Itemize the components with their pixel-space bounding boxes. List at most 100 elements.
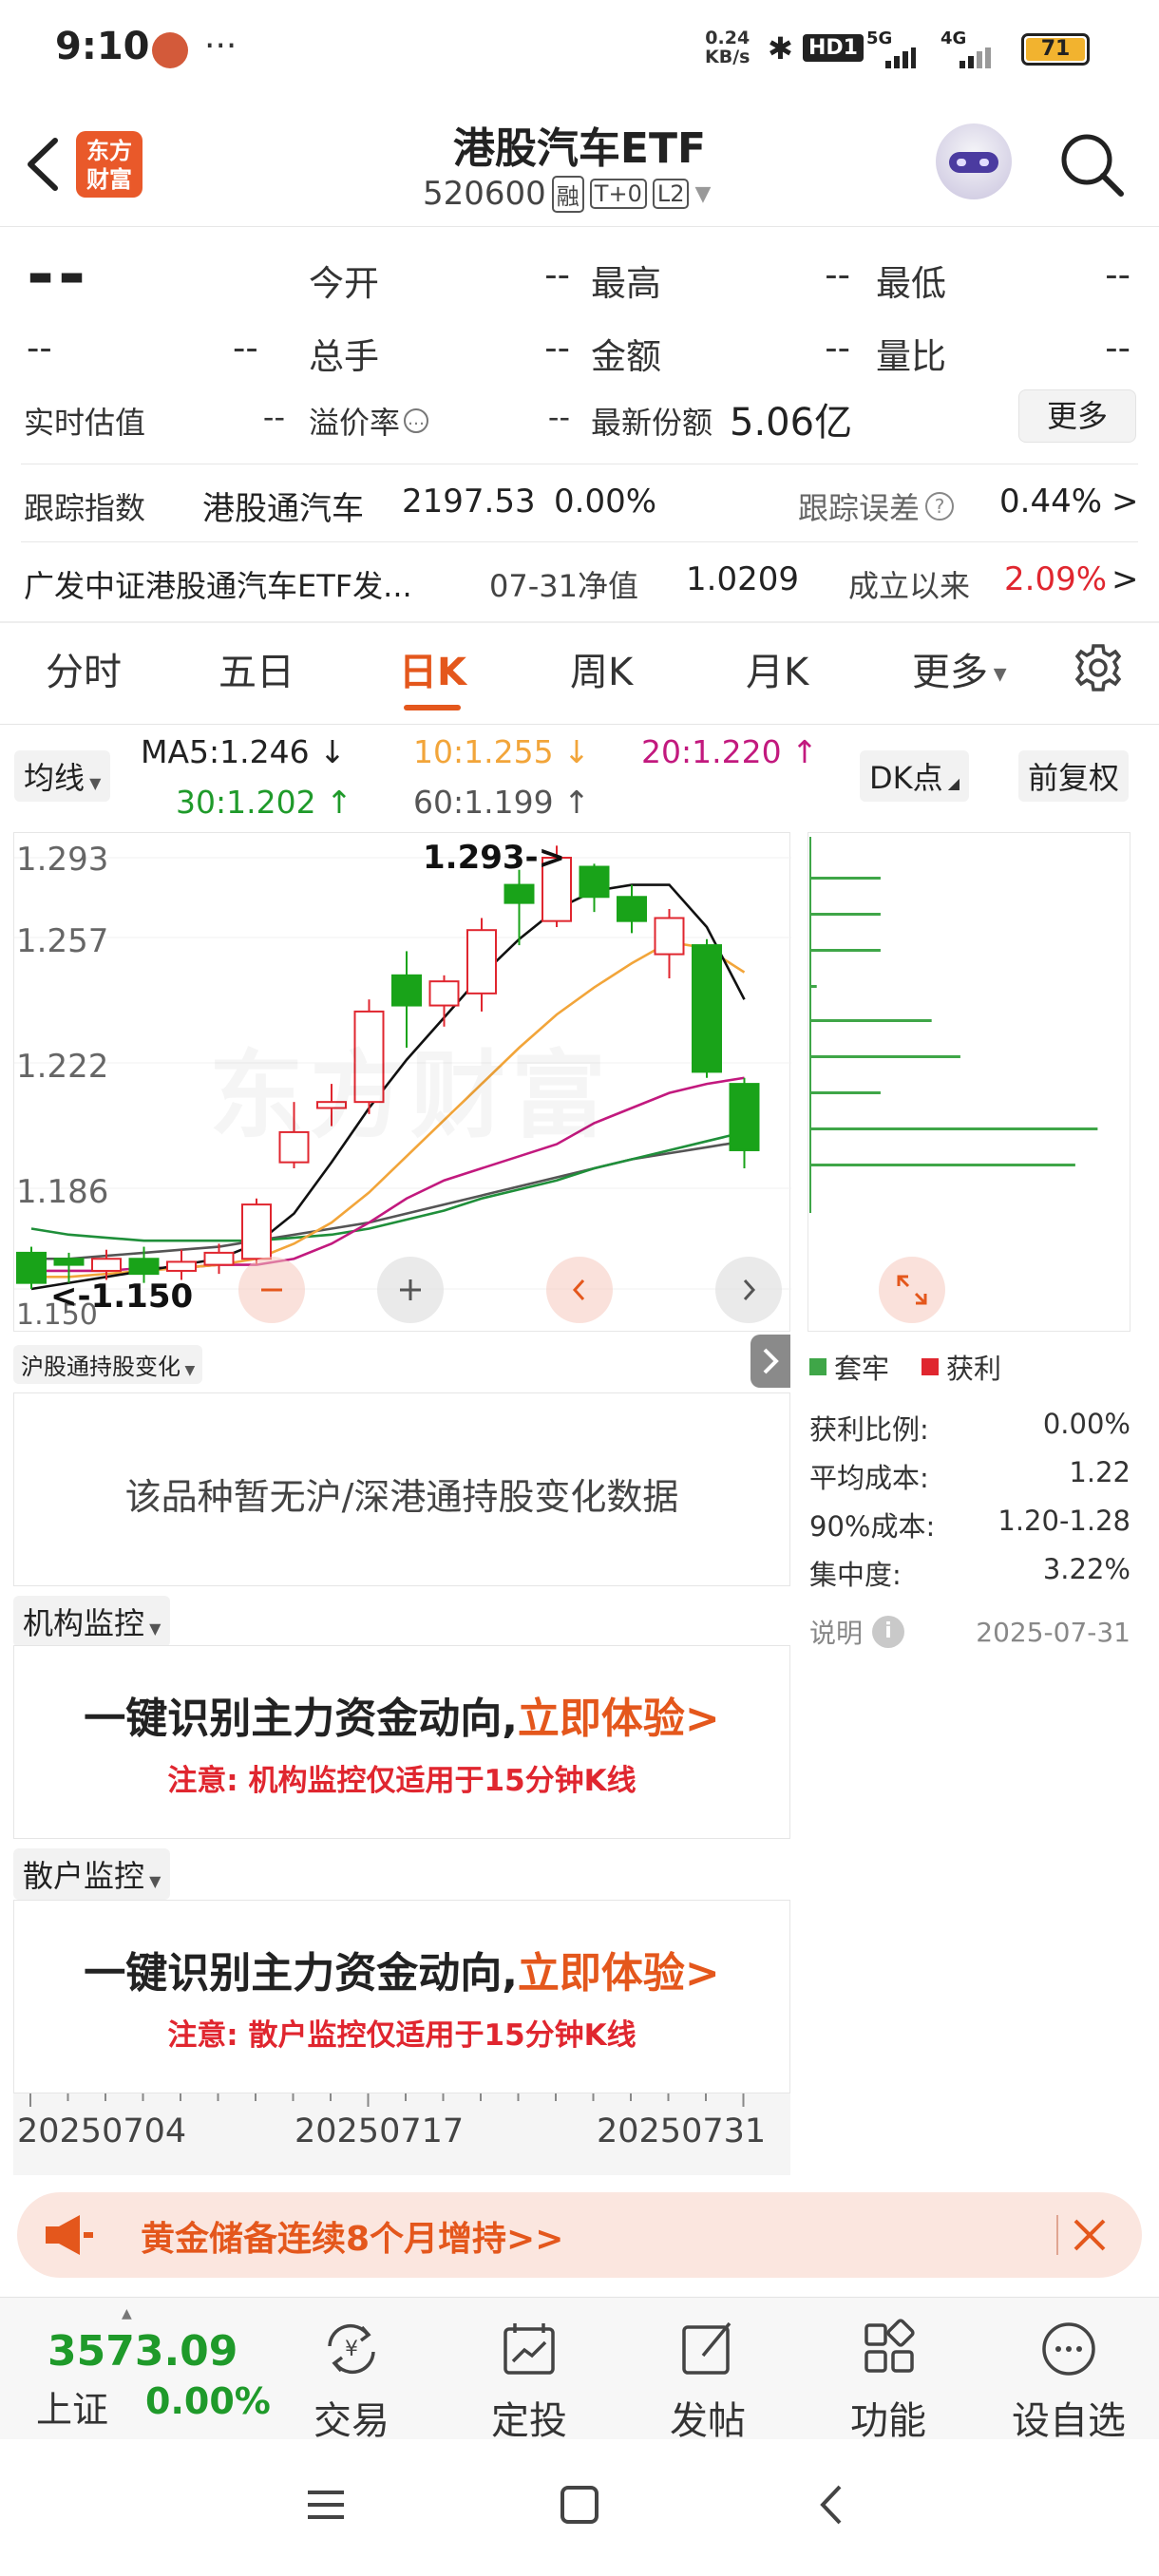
price-adjust-dropdown[interactable]: 前复权 (1018, 750, 1130, 802)
cost90-label: 90%成本: (809, 1510, 936, 1543)
retail-cta-link[interactable]: 立即体验> (518, 1949, 720, 1998)
nav-trade[interactable]: ¥ 交易 (290, 2318, 413, 2445)
kline-chart[interactable]: 东方财富 1.293 1.257 1.222 1.186 1.150 1.293… (13, 832, 791, 1332)
hd-badge: HD1 (803, 34, 864, 62)
more-button[interactable]: 更多 (1018, 389, 1136, 443)
tab-five-day[interactable]: 五日 (218, 641, 294, 696)
caret-down-icon: ▼ (85, 774, 102, 792)
caret-up-icon: ▲ (122, 2306, 132, 2321)
tracking-index-name: 港股通汽车 (202, 490, 364, 528)
security-code-row[interactable]: 520600 融 T+0 L2 ▼ (423, 173, 711, 215)
price-change-pct: -- (233, 328, 258, 369)
tab-more-label: 更多 (912, 651, 988, 694)
tracking-error-value: 0.44% (999, 483, 1103, 521)
ma30-arrow: ↑ (326, 784, 352, 821)
ma5-legend: MA5:1.246 ↓ (141, 733, 346, 770)
promo-banner[interactable]: 黄金储备连续8个月增持>> (17, 2192, 1142, 2278)
current-price: -- (27, 236, 90, 313)
institution-cta-link[interactable]: 立即体验> (518, 1695, 720, 1743)
status-time: 9:10 (55, 25, 150, 68)
dk-point-dropdown[interactable]: DK点 ◢ (860, 750, 970, 802)
retail-monitor-panel[interactable]: 一键识别主力资金动向,立即体验> 注意: 散户监控仅适用于15分钟K线 (13, 1900, 790, 2093)
retail-headline: 一键识别主力资金动向, (84, 1949, 518, 1998)
index-ticker[interactable]: ▲ 3573.09 上证 0.00% (27, 2306, 274, 2431)
margin-badge: 融 (551, 175, 584, 213)
tab-weekly-k[interactable]: 周K (570, 641, 633, 696)
chip-expand-tab[interactable] (750, 1335, 790, 1388)
x-tick-end: 20250731 (597, 2112, 767, 2150)
robot-avatar[interactable] (936, 123, 1012, 199)
close-icon[interactable] (1068, 2213, 1112, 2257)
net-speed: 0.24 KB/s (705, 28, 750, 66)
logo-text-2: 财富 (86, 166, 132, 193)
candle-down (128, 1258, 160, 1276)
post-edit-icon (682, 2321, 732, 2375)
ma10-value: 10:1.255 (413, 733, 554, 770)
ma20-legend: 20:1.220 ↑ (641, 733, 818, 770)
iopv-value: -- (262, 399, 285, 435)
ma10-legend: 10:1.255 ↓ (413, 733, 590, 770)
chip-note[interactable]: 说明 i (809, 1613, 905, 1651)
profit-label: 获利 (946, 1353, 1002, 1385)
nav-invest[interactable]: 定投 (467, 2318, 591, 2445)
chevron-right-icon (763, 1348, 779, 1374)
tracking-label: 跟踪指数 (24, 490, 146, 526)
tab-monthly-k[interactable]: 月K (746, 641, 808, 696)
tab-more[interactable]: 更多 ▼ (912, 641, 1007, 696)
fund-row[interactable]: 广发中证港股通汽车ETF发... 07-31净值 1.0209 成立以来 2.0… (0, 541, 1159, 619)
scroll-left-button[interactable] (546, 1257, 613, 1323)
chip-bar (810, 877, 881, 880)
y-tick-4: 1.186 (16, 1173, 109, 1211)
chip-bar (810, 1127, 1098, 1130)
institution-monitor-panel[interactable]: 一键识别主力资金动向,立即体验> 注意: 机构监控仅适用于15分钟K线 (13, 1645, 790, 1839)
ma5-arrow: ↓ (319, 733, 346, 770)
zoom-out-button[interactable] (238, 1257, 305, 1323)
nav-features[interactable]: 功能 (826, 2318, 950, 2445)
scroll-right-button[interactable] (715, 1257, 782, 1323)
iopv-label: 实时估值 (24, 405, 146, 441)
question-icon[interactable]: ? (925, 492, 955, 521)
plus-icon (400, 1279, 421, 1300)
chevron-left-icon (572, 1279, 585, 1301)
institution-monitor-dropdown[interactable]: 机构监控 ▼ (13, 1596, 171, 1647)
x-tick-start: 20250704 (17, 2112, 187, 2150)
banner-divider (1056, 2215, 1058, 2255)
ma-dropdown[interactable]: 均线 ▼ (14, 750, 111, 802)
tracking-index-change: 0.00% (554, 483, 657, 521)
system-back-icon[interactable] (809, 2481, 857, 2529)
tab-intraday[interactable]: 分时 (46, 641, 122, 696)
back-icon[interactable] (19, 131, 66, 198)
zoom-in-button[interactable] (377, 1257, 444, 1323)
candle-down (504, 883, 535, 904)
candle-up (166, 1260, 197, 1272)
nav-add-watchlist[interactable]: 设自选 (1007, 2318, 1130, 2445)
index-name: 上证 (36, 2389, 109, 2431)
concentration-label: 集中度: (809, 1559, 902, 1591)
candle-down (729, 1083, 760, 1151)
institution-note: 注意: 机构监控仅适用于15分钟K线 (167, 1764, 636, 1798)
search-icon[interactable] (1054, 127, 1130, 203)
ma5-value: MA5:1.246 (141, 733, 310, 770)
candle-down (391, 974, 422, 1007)
nav-post[interactable]: 发帖 (646, 2318, 770, 2445)
expand-button[interactable] (879, 1257, 945, 1323)
ma60-arrow: ↑ (563, 784, 590, 821)
menu-icon[interactable] (302, 2481, 350, 2529)
home-icon[interactable] (556, 2481, 603, 2529)
chip-bar (810, 1164, 1075, 1166)
fund-nav-label: 07-31净值 (489, 568, 638, 604)
tracking-row[interactable]: 跟踪指数 港股通汽车 2197.53 0.00% 跟踪误差 ? 0.44% > (0, 464, 1159, 541)
ma20-arrow: ↑ (791, 733, 818, 770)
nav-trade-label: 交易 (314, 2399, 390, 2443)
institution-monitor-label: 机构监控 (23, 1605, 145, 1641)
settings-gear-icon[interactable] (1072, 641, 1125, 694)
info-icon[interactable]: … (404, 408, 429, 433)
hk-connect-dropdown[interactable]: 沪股通持股变化 ▼ (13, 1345, 203, 1384)
chip-distribution-chart[interactable] (808, 832, 1130, 1332)
y-tick-2: 1.257 (16, 922, 109, 960)
status-more-dots: ··· (204, 27, 238, 66)
tab-daily-k[interactable]: 日K (399, 641, 466, 696)
net-speed-unit: KB/s (705, 47, 750, 67)
retail-monitor-dropdown[interactable]: 散户监控 ▼ (13, 1848, 171, 1900)
low-value: -- (1105, 255, 1130, 295)
